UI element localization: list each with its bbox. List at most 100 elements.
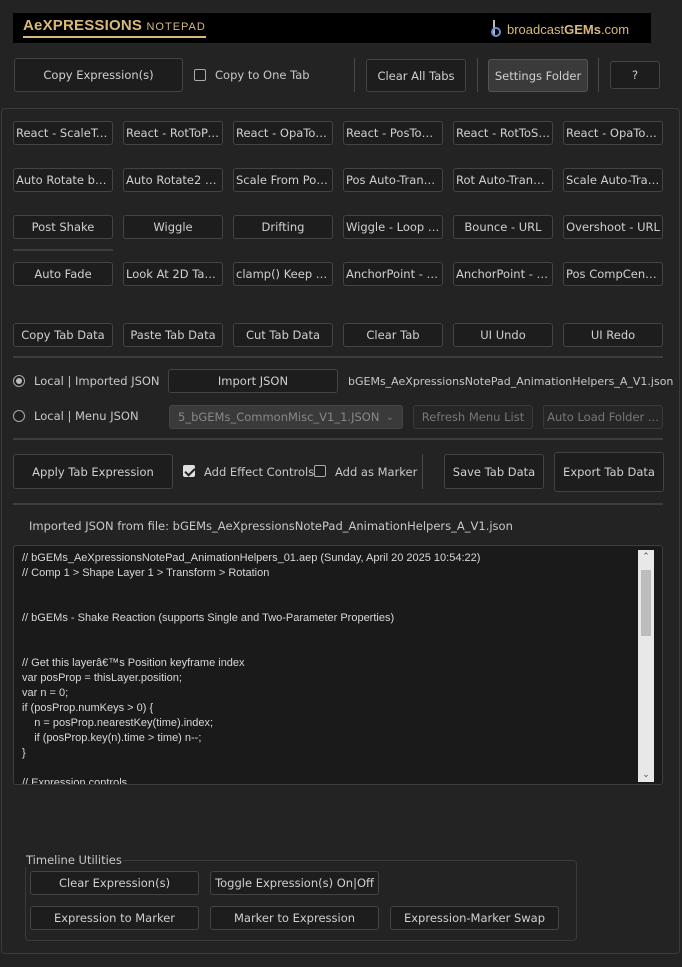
copy-expression-button[interactable]: Copy Expression(s) — [14, 58, 183, 92]
tab-action-button[interactable]: Paste Tab Data — [123, 323, 223, 347]
scroll-down-arrow-icon[interactable]: ⌄ — [638, 768, 654, 782]
expression-preset-button[interactable]: Auto Rotate base... — [13, 168, 113, 192]
expression-preset-label: React - RotToScale — [456, 126, 552, 140]
expression-preset-button[interactable]: Pos Auto-Transitio... — [343, 168, 443, 192]
expression-editor[interactable]: // bGEMs_AeXpressionsNotePad_AnimationHe… — [13, 545, 663, 785]
expression-preset-button[interactable]: AnchorPoint - Cen... — [343, 262, 443, 286]
logo-right-suffix: .com — [600, 21, 630, 37]
expression-preset-button[interactable]: Scale Auto-Transit... — [563, 168, 663, 192]
editor-scrollbar[interactable]: ⌃ ⌄ — [638, 550, 654, 782]
local-menu-json-radio[interactable] — [13, 410, 25, 422]
broadcastgems-logo: broadcastGEMs.com — [489, 19, 629, 39]
tab-action-button[interactable]: Copy Tab Data — [13, 323, 113, 347]
help-label: ? — [631, 68, 639, 82]
expression-preset-button[interactable]: Overshoot - URL — [563, 215, 663, 239]
imported-filename: bGEMs_AeXpressionsNotePad_AnimationHelpe… — [348, 375, 674, 388]
tab-action-button[interactable]: UI Undo — [453, 323, 553, 347]
expression-preset-button[interactable]: Look At 2D Target... — [123, 262, 223, 286]
toolbar-divider — [477, 58, 478, 92]
section-divider — [13, 503, 663, 505]
expression-preset-label: Auto Rotate2 base... — [126, 173, 222, 187]
tab-action-label: UI Undo — [480, 328, 526, 342]
clear-all-tabs-button[interactable]: Clear All Tabs — [366, 59, 466, 92]
expression-preset-button[interactable]: AnchorPoint - Righ... — [453, 262, 553, 286]
scrollbar-thumb[interactable] — [641, 570, 651, 636]
tab-action-button[interactable]: UI Redo — [563, 323, 663, 347]
auto-load-folder-label: Auto Load Folder ... — [547, 410, 659, 424]
toggle-expressions-label: Toggle Expression(s) On|Off — [215, 876, 374, 890]
expression-preset-label: AnchorPoint - Righ... — [456, 267, 552, 281]
apply-tab-expression-button[interactable]: Apply Tab Expression — [13, 454, 173, 489]
tab-action-button[interactable]: Cut Tab Data — [233, 323, 333, 347]
copy-to-one-tab-label: Copy to One Tab — [215, 68, 310, 82]
apply-tab-expression-label: Apply Tab Expression — [32, 464, 154, 479]
expression-preset-button[interactable]: Pos CompCenter — [563, 262, 663, 286]
expression-preset-button[interactable]: React - PosToScale — [343, 121, 443, 145]
menu-json-select[interactable]: 5_bGEMs_CommonMisc_V1_1.JSON ⌄ — [169, 405, 403, 429]
expression-preset-button[interactable]: React - OpaToPosit... — [233, 121, 333, 145]
expression-marker-swap-button[interactable]: Expression-Marker Swap — [390, 906, 559, 930]
import-json-button[interactable]: Import JSON — [168, 369, 338, 393]
expression-preset-button[interactable]: Bounce - URL — [453, 215, 553, 239]
add-as-marker-checkbox[interactable] — [314, 465, 326, 477]
settings-folder-label: Settings Folder — [494, 68, 582, 83]
help-button[interactable]: ? — [610, 61, 660, 89]
marker-to-expression-label: Marker to Expression — [233, 911, 356, 925]
copy-expression-label: Copy Expression(s) — [43, 68, 154, 82]
save-tab-data-button[interactable]: Save Tab Data — [444, 454, 544, 489]
expression-preset-label: React - ScaleToPos... — [16, 126, 112, 140]
local-imported-json-radio[interactable] — [13, 375, 25, 387]
expression-preset-label: AnchorPoint - Cen... — [346, 267, 442, 281]
auto-load-folder-button[interactable]: Auto Load Folder ... — [543, 405, 663, 429]
tab-action-label: Paste Tab Data — [130, 328, 216, 342]
refresh-menu-list-label: Refresh Menu List — [421, 410, 525, 424]
expression-preset-button[interactable]: Rot Auto-Transitio... — [453, 168, 553, 192]
toolbar-divider — [354, 58, 355, 92]
expression-preset-button[interactable]: Post Shake — [13, 215, 113, 239]
expression-preset-button[interactable]: Drifting — [233, 215, 333, 239]
expression-preset-button[interactable]: Auto Rotate2 base... — [123, 168, 223, 192]
logo-left-main: AeXPRESSIONS — [23, 17, 147, 34]
expression-preset-button[interactable]: React - OpaToScale — [563, 121, 663, 145]
tab-action-button[interactable]: Clear Tab — [343, 323, 443, 347]
aexpressions-notepad-logo: AeXPRESSIONS NOTEPAD — [23, 18, 206, 38]
expression-preset-button[interactable]: Auto Fade — [13, 262, 113, 286]
copy-to-one-tab-checkbox[interactable] — [194, 69, 206, 81]
marker-to-expression-button[interactable]: Marker to Expression — [210, 906, 379, 930]
timeline-utilities-title: Timeline Utilities — [25, 853, 123, 867]
expression-preset-button[interactable]: Wiggle - Loop - URL — [343, 215, 443, 239]
expression-marker-swap-label: Expression-Marker Swap — [403, 911, 546, 925]
expression-preset-label: Drifting — [261, 220, 305, 234]
scroll-up-arrow-icon[interactable]: ⌃ — [638, 550, 654, 564]
refresh-menu-list-button[interactable]: Refresh Menu List — [413, 405, 533, 429]
expression-preset-label: Look At 2D Target... — [126, 267, 222, 281]
expression-preset-label: Bounce - URL — [464, 220, 542, 234]
expression-preset-label: React - OpaToScale — [566, 126, 662, 140]
tab-action-label: Clear Tab — [366, 328, 420, 342]
expression-preset-button[interactable]: React - RotToScale — [453, 121, 553, 145]
expression-to-marker-button[interactable]: Expression to Marker — [30, 906, 199, 930]
chevron-down-icon: ⌄ — [385, 412, 394, 423]
export-tab-data-button[interactable]: Export Tab Data — [554, 452, 664, 492]
expression-preset-button[interactable]: clamp() Keep in Fr... — [233, 262, 333, 286]
expression-preset-button[interactable]: Scale From Position — [233, 168, 333, 192]
gem-icon — [491, 20, 501, 37]
clear-expressions-button[interactable]: Clear Expression(s) — [30, 871, 199, 895]
expression-preset-button[interactable]: Wiggle — [123, 215, 223, 239]
tab-action-label: Copy Tab Data — [21, 328, 105, 342]
header-banner: AeXPRESSIONS NOTEPAD broadcastGEMs.com — [13, 13, 651, 43]
expression-preset-button[interactable]: React - RotToPosit... — [123, 121, 223, 145]
settings-folder-button[interactable]: Settings Folder — [488, 59, 588, 92]
menu-json-selected: 5_bGEMs_CommonMisc_V1_1.JSON — [178, 410, 380, 424]
add-effect-controls-checkbox[interactable] — [183, 465, 195, 477]
import-json-label: Import JSON — [217, 374, 289, 388]
expression-preset-label: Auto Rotate base... — [16, 173, 112, 187]
add-effect-controls-label: Add Effect Controls — [204, 465, 315, 479]
expression-preset-label: Rot Auto-Transitio... — [456, 173, 552, 187]
toggle-expressions-button[interactable]: Toggle Expression(s) On|Off — [210, 871, 379, 895]
expression-code[interactable]: // bGEMs_AeXpressionsNotePad_AnimationHe… — [22, 551, 634, 784]
clear-all-tabs-label: Clear All Tabs — [377, 68, 455, 83]
expression-preset-button[interactable]: React - ScaleToPos... — [13, 121, 113, 145]
expression-preset-label: Pos CompCenter — [566, 267, 662, 281]
toolbar-divider — [598, 58, 599, 92]
